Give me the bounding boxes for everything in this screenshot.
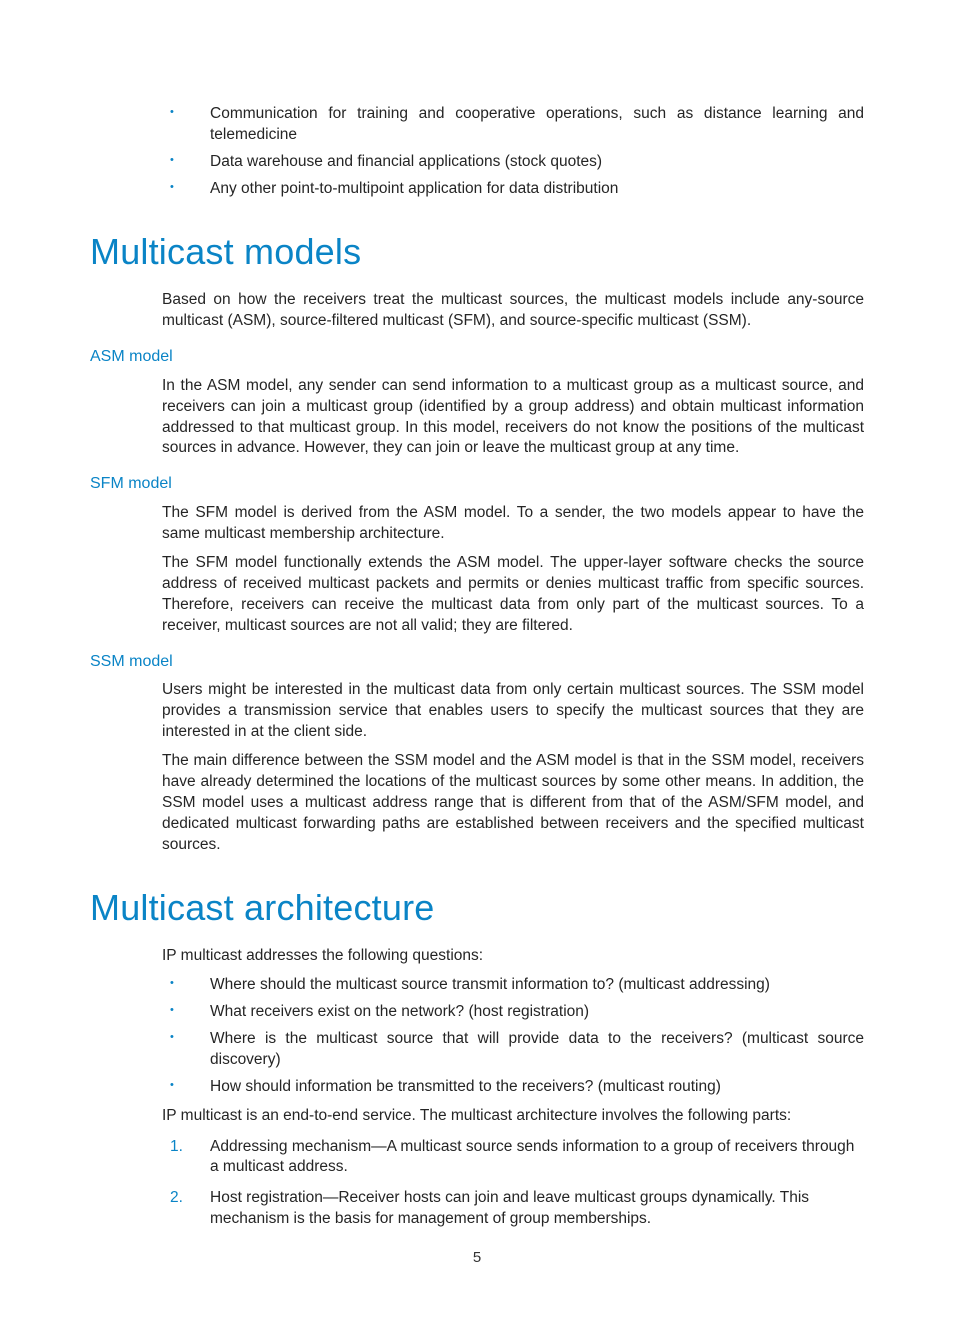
list-item: Communication for training and cooperati… bbox=[90, 104, 864, 146]
questions-list: Where should the multicast source transm… bbox=[90, 975, 864, 1098]
heading-sfm-model: SFM model bbox=[90, 473, 864, 495]
parts-list: 1. Addressing mechanism—A multicast sour… bbox=[90, 1137, 864, 1231]
body-text: The SFM model is derived from the ASM mo… bbox=[162, 503, 864, 545]
list-item: What receivers exist on the network? (ho… bbox=[90, 1002, 864, 1023]
body-text: The main difference between the SSM mode… bbox=[162, 751, 864, 856]
heading-multicast-architecture: Multicast architecture bbox=[90, 884, 864, 933]
intro-bullets: Communication for training and cooperati… bbox=[90, 104, 864, 200]
list-number: 2. bbox=[170, 1188, 183, 1209]
list-item: Where is the multicast source that will … bbox=[90, 1029, 864, 1071]
models-intro: Based on how the receivers treat the mul… bbox=[162, 290, 864, 332]
list-item: 1. Addressing mechanism—A multicast sour… bbox=[90, 1137, 864, 1179]
list-item: Data warehouse and financial application… bbox=[90, 152, 864, 173]
body-text: In the ASM model, any sender can send in… bbox=[162, 376, 864, 460]
body-text: Users might be interested in the multica… bbox=[162, 680, 864, 743]
heading-multicast-models: Multicast models bbox=[90, 228, 864, 277]
arch-intro: IP multicast addresses the following que… bbox=[162, 946, 864, 967]
list-item: How should information be transmitted to… bbox=[90, 1077, 864, 1098]
page-number: 5 bbox=[90, 1248, 864, 1268]
list-number: 1. bbox=[170, 1137, 183, 1158]
list-text: Addressing mechanism—A multicast source … bbox=[210, 1138, 854, 1176]
parts-intro: IP multicast is an end-to-end service. T… bbox=[162, 1106, 864, 1127]
list-text: Host registration—Receiver hosts can joi… bbox=[210, 1189, 809, 1227]
heading-ssm-model: SSM model bbox=[90, 651, 864, 673]
list-item: Any other point-to-multipoint applicatio… bbox=[90, 179, 864, 200]
list-item: Where should the multicast source transm… bbox=[90, 975, 864, 996]
heading-asm-model: ASM model bbox=[90, 346, 864, 368]
list-item: 2. Host registration—Receiver hosts can … bbox=[90, 1188, 864, 1230]
body-text: The SFM model functionally extends the A… bbox=[162, 553, 864, 637]
